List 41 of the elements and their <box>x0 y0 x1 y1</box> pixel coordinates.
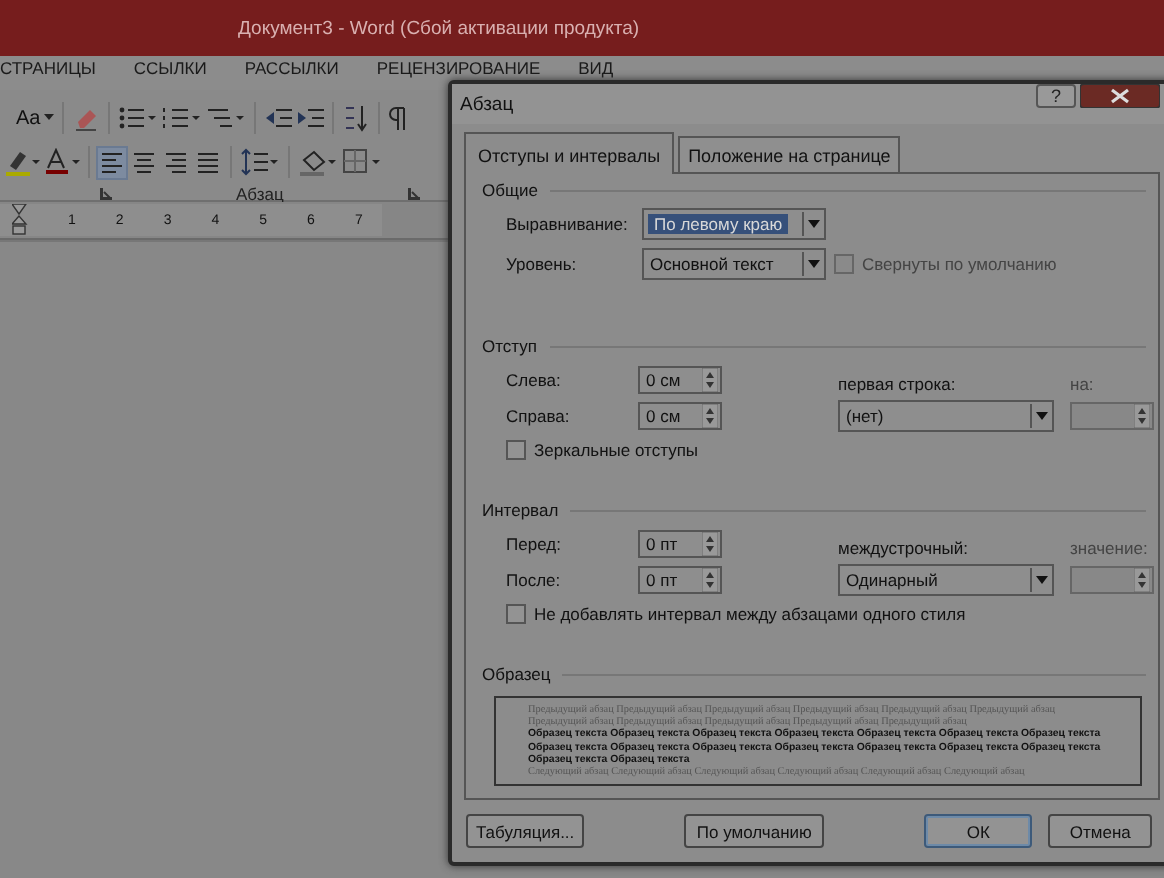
section-heading: Отступ <box>482 336 538 356</box>
dialog-button[interactable]: По умолчанию <box>684 814 825 848</box>
dropdown[interactable]: Основной текст <box>642 248 826 280</box>
spin-field[interactable]: 0 см <box>638 366 722 394</box>
ribbon-tab[interactable]: ССЫЛКИ <box>133 58 207 78</box>
section-heading: Общие <box>482 180 538 200</box>
field-label: междустрочный: <box>838 538 971 558</box>
ribbon-tab[interactable]: РЕЦЕНЗИРОВАНИЕ <box>376 58 541 78</box>
window-title: Документ3 - Word (Сбой активации продукта) <box>238 17 640 39</box>
field-label: Справа: <box>506 406 572 426</box>
change-case-button[interactable]: Aa <box>4 107 41 129</box>
section-heading: Образец <box>482 664 551 684</box>
spin-field[interactable]: 0 см <box>638 402 722 430</box>
dialog-button[interactable]: ОК <box>924 814 1033 848</box>
help-button[interactable]: ? <box>1036 84 1076 108</box>
dialog-button[interactable]: Табуляция... <box>466 814 585 848</box>
field-label: Перед: <box>506 534 563 554</box>
dialog-tab[interactable]: Отступы и интервалы <box>464 132 675 174</box>
dialog-button[interactable]: Отмена <box>1048 814 1153 848</box>
field-label: первая строка: <box>838 374 958 394</box>
dialog-title: Абзац <box>460 93 514 115</box>
field-label: на: <box>1070 374 1096 394</box>
field-label: Слева: <box>506 370 563 390</box>
ribbon-tab[interactable]: ВИД <box>578 58 614 78</box>
dropdown[interactable]: (нет) <box>838 400 1054 432</box>
field-label: После: <box>506 570 563 590</box>
field-label: Уровень: <box>506 254 579 274</box>
section-heading: Интервал <box>482 500 559 520</box>
dialog-tab[interactable]: Положение на странице <box>678 136 901 172</box>
field-label: значение: <box>1070 538 1150 558</box>
ribbon-tab[interactable]: СТРАНИЦЫ <box>0 58 96 78</box>
dropdown[interactable]: Одинарный <box>838 564 1054 596</box>
checkbox-label: Зеркальные отступы <box>534 440 699 460</box>
group-label: Абзац <box>236 184 284 204</box>
checkbox-label: Не добавлять интервал между абзацами одного стиля <box>534 604 966 624</box>
dropdown[interactable]: По левому краю <box>642 208 826 240</box>
ribbon-tab[interactable]: РАССЫЛКИ <box>244 58 339 78</box>
checkbox-label: Свернуты по умолчанию <box>862 254 1057 274</box>
spin-field[interactable]: 0 пт <box>638 530 722 558</box>
field-label: Выравнивание: <box>506 214 630 234</box>
spin-field[interactable]: 0 пт <box>638 566 722 594</box>
